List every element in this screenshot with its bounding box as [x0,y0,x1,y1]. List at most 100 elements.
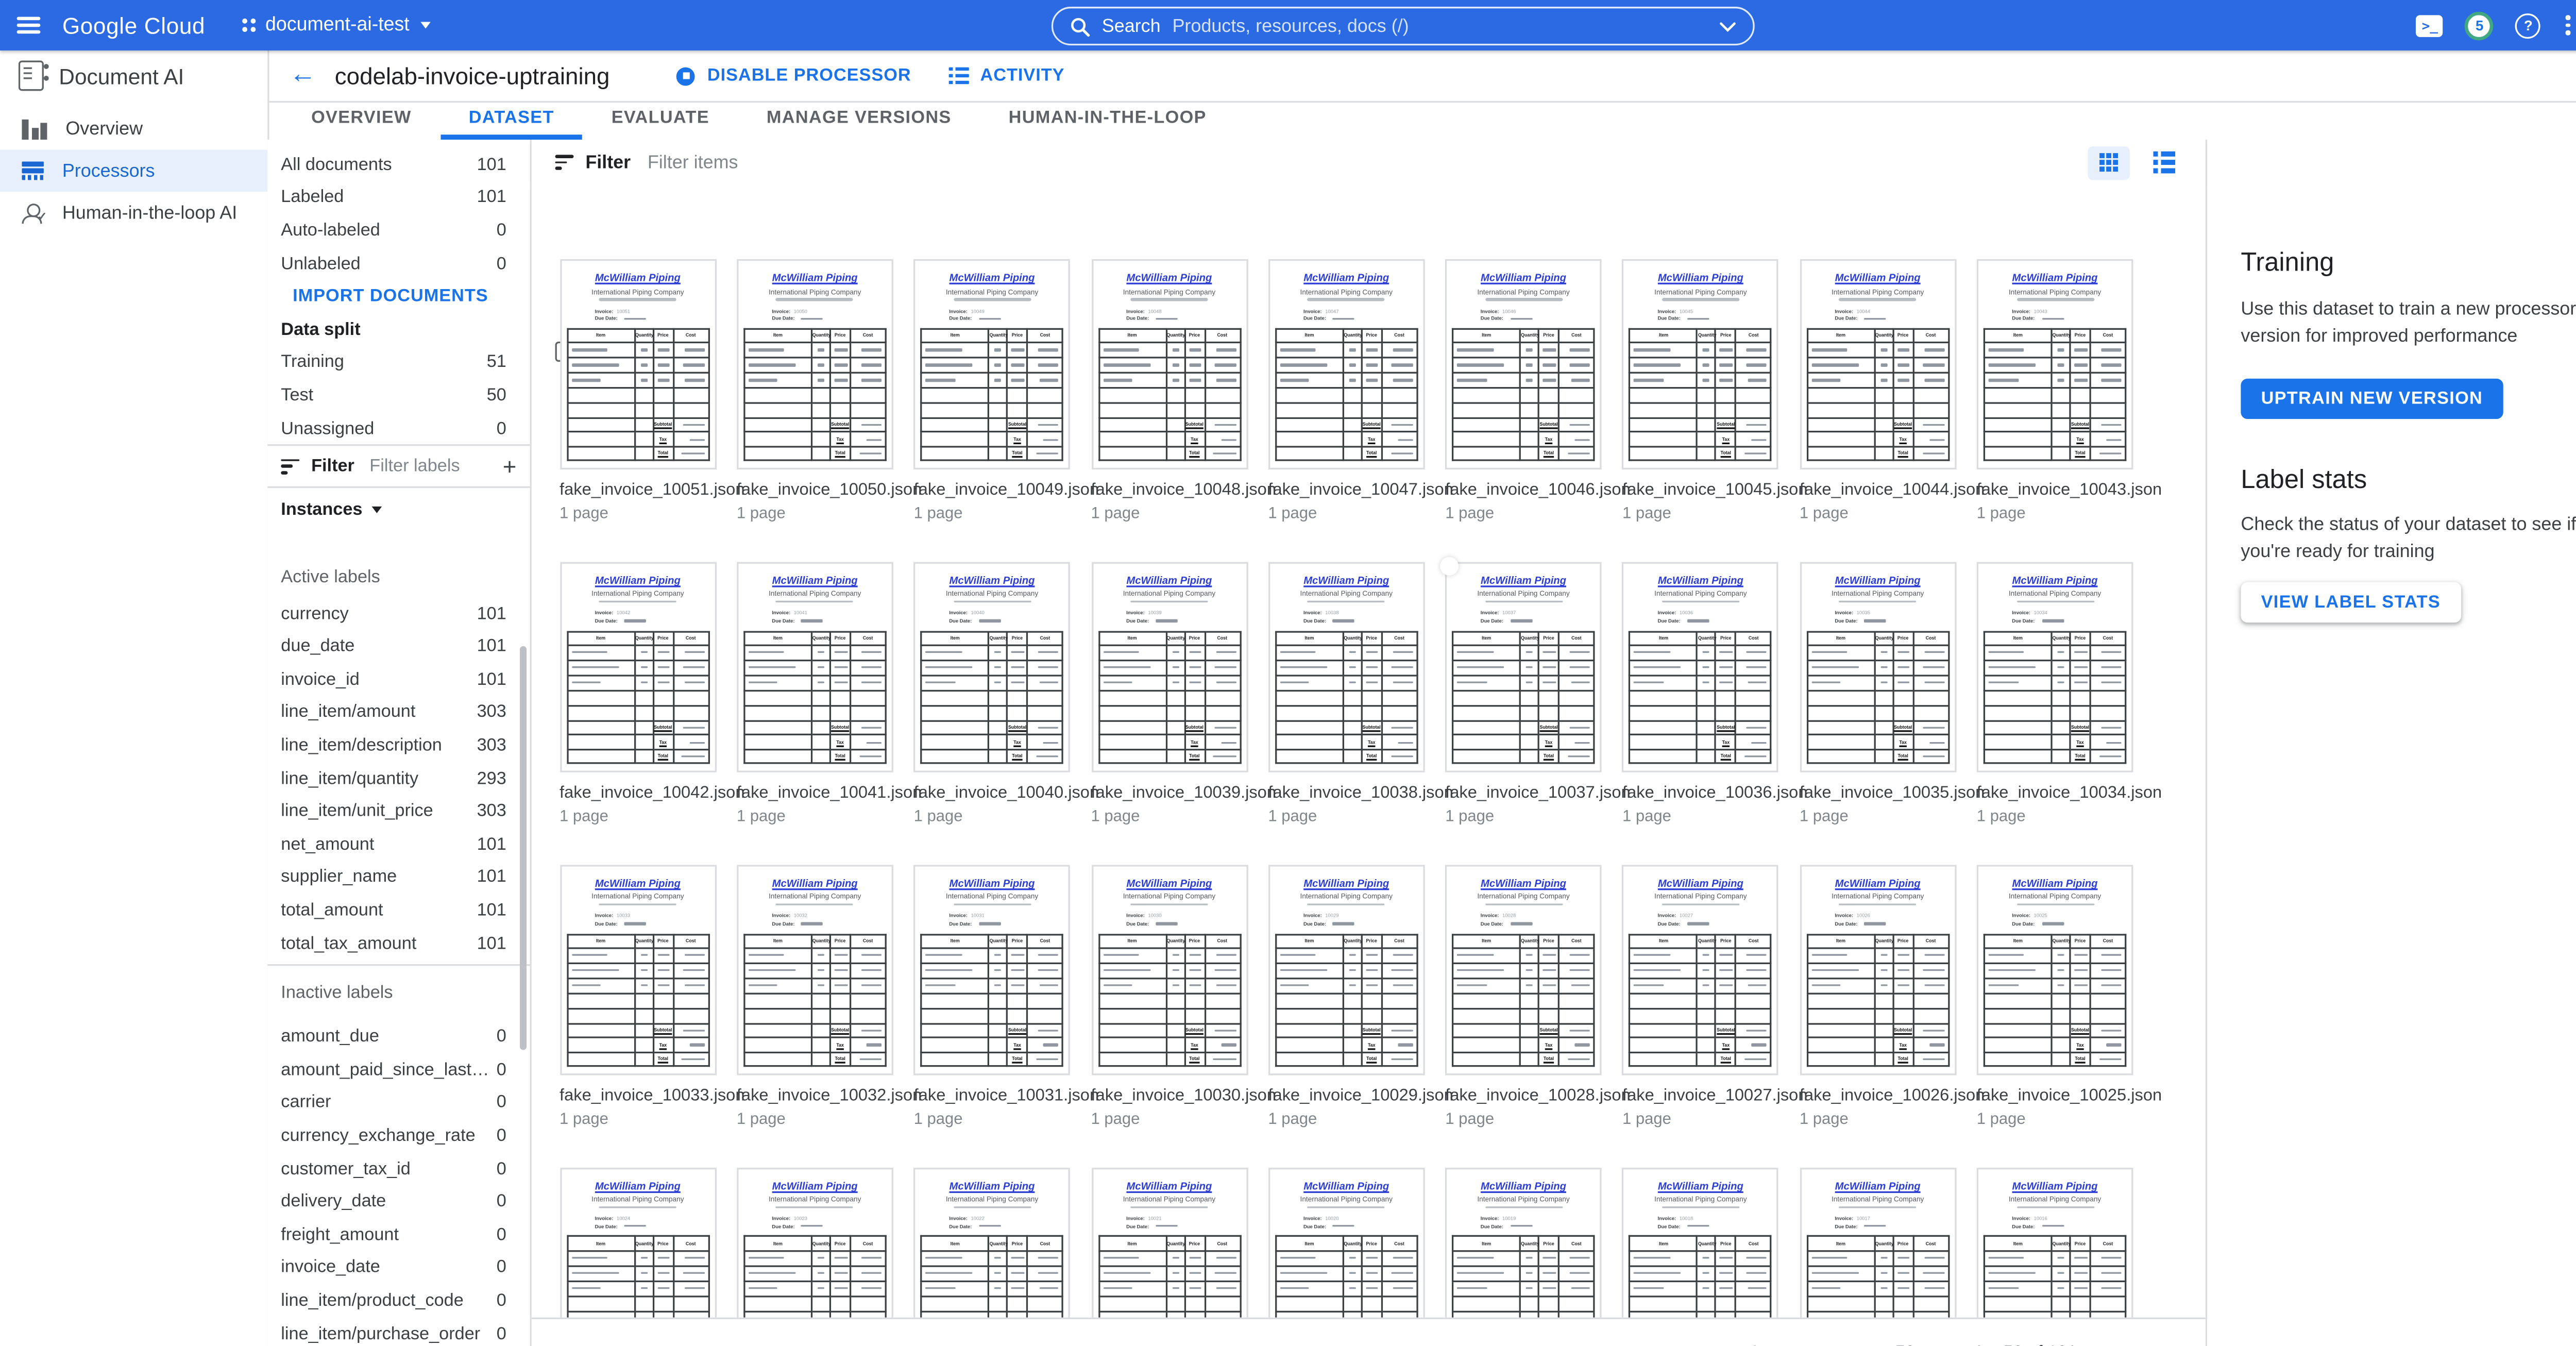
document-filename[interactable]: fake_invoice_10036.json [1622,784,1781,802]
document-card[interactable]: McWilliam Piping International Piping Co… [1800,259,1958,523]
document-thumbnail[interactable]: McWilliam Piping International Piping Co… [1445,865,1602,1074]
document-card[interactable]: McWilliam Piping International Piping Co… [1622,259,1781,523]
document-filename[interactable]: fake_invoice_10049.json [914,481,1072,499]
label-row[interactable]: freight_amount0 [267,1218,530,1251]
label-row[interactable]: Labeled101 [267,181,530,214]
document-filename[interactable]: fake_invoice_10026.json [1800,1086,1958,1105]
label-row[interactable]: All documents101 [267,148,530,181]
label-row[interactable]: delivery_date0 [267,1185,530,1218]
label-row[interactable]: total_tax_amount101 [267,927,530,960]
document-card[interactable]: McWilliam Piping International Piping Co… [1977,562,2135,826]
document-card[interactable]: McWilliam Piping International Piping Co… [1268,562,1426,826]
label-row[interactable]: line_item/unit_price303 [267,795,530,828]
document-thumbnail[interactable]: McWilliam Piping International Piping Co… [560,865,716,1074]
uptrain-new-version-button[interactable]: UPTRAIN NEW VERSION [2241,378,2503,418]
document-filename[interactable]: fake_invoice_10027.json [1622,1086,1781,1105]
document-card[interactable]: McWilliam Piping International Piping Co… [560,562,718,826]
document-filename[interactable]: fake_invoice_10032.json [737,1086,895,1105]
document-filename[interactable]: fake_invoice_10048.json [1091,481,1249,499]
document-card[interactable]: McWilliam Piping International Piping Co… [1977,259,2135,523]
disable-processor-button[interactable]: DISABLE PROCESSOR [677,65,911,86]
document-thumbnail[interactable]: McWilliam Piping International Piping Co… [1445,259,1602,469]
document-filename[interactable]: fake_invoice_10035.json [1800,784,1958,802]
document-thumbnail[interactable]: McWilliam Piping International Piping Co… [737,562,893,772]
tab-evaluate[interactable]: EVALUATE [583,101,738,140]
view-label-stats-button[interactable]: VIEW LABEL STATS [2241,582,2461,622]
document-filename[interactable]: fake_invoice_10045.json [1622,481,1781,499]
label-row[interactable]: invoice_id101 [267,663,530,696]
label-row[interactable]: Training51 [267,346,530,379]
grid-view-button[interactable] [2088,145,2130,179]
document-filename[interactable]: fake_invoice_10030.json [1091,1086,1249,1105]
document-filename[interactable]: fake_invoice_10033.json [560,1086,718,1105]
sidebar-item-hitl[interactable]: ✓ Human-in-the-loop AI [0,192,267,234]
document-filename[interactable]: fake_invoice_10031.json [914,1086,1072,1105]
label-filter[interactable]: Filter Filter labels + [267,445,530,487]
document-filename[interactable]: fake_invoice_10040.json [914,784,1072,802]
help-icon[interactable]: ? [2516,12,2541,38]
document-card[interactable]: McWilliam Piping International Piping Co… [1445,562,1603,826]
document-thumbnail[interactable]: McWilliam Piping International Piping Co… [914,865,1071,1074]
tab-human-in-the-loop[interactable]: HUMAN-IN-THE-LOOP [980,101,1235,140]
document-thumbnail[interactable]: McWilliam Piping International Piping Co… [1800,259,1956,469]
label-row[interactable]: line_item/product_code0 [267,1284,530,1317]
tab-manage-versions[interactable]: MANAGE VERSIONS [738,101,980,140]
document-card[interactable]: McWilliam Piping International Piping Co… [914,865,1072,1128]
document-thumbnail[interactable]: McWilliam Piping International Piping Co… [1622,562,1779,772]
label-row[interactable]: customer_tax_id0 [267,1152,530,1185]
document-thumbnail[interactable]: McWilliam Piping International Piping Co… [560,562,716,772]
label-row[interactable]: currency_exchange_rate0 [267,1119,530,1152]
document-filename[interactable]: fake_invoice_10046.json [1445,481,1603,499]
document-thumbnail[interactable]: McWilliam Piping International Piping Co… [914,562,1071,772]
label-row[interactable]: Test50 [267,379,530,412]
document-card[interactable]: McWilliam Piping International Piping Co… [1268,259,1426,523]
label-row[interactable]: net_amount101 [267,828,530,861]
document-card[interactable]: McWilliam Piping International Piping Co… [1977,865,2135,1128]
document-filename[interactable]: fake_invoice_10025.json [1977,1086,2135,1105]
back-arrow-icon[interactable]: ← [290,62,316,89]
document-thumbnail[interactable]: McWilliam Piping International Piping Co… [1445,562,1602,772]
menu-icon[interactable] [4,0,54,51]
label-row[interactable]: invoice_date0 [267,1251,530,1284]
document-filename[interactable]: fake_invoice_10038.json [1268,784,1426,802]
document-thumbnail[interactable]: McWilliam Piping International Piping Co… [1800,562,1956,772]
label-row[interactable]: supplier_name101 [267,861,530,894]
document-thumbnail[interactable]: McWilliam Piping International Piping Co… [1091,259,1248,469]
document-thumbnail[interactable]: McWilliam Piping International Piping Co… [1622,865,1779,1074]
instances-dropdown[interactable]: Instances [267,487,530,531]
document-card[interactable]: McWilliam Piping International Piping Co… [1800,562,1958,826]
document-thumbnail[interactable]: McWilliam Piping International Piping Co… [1268,562,1425,772]
document-thumbnail[interactable]: McWilliam Piping International Piping Co… [914,259,1071,469]
document-filename[interactable]: fake_invoice_10037.json [1445,784,1603,802]
items-per-page-select[interactable]: 50 [1895,1343,1934,1346]
document-card[interactable]: McWilliam Piping International Piping Co… [1622,865,1781,1128]
document-card[interactable]: McWilliam Piping International Piping Co… [560,865,718,1128]
document-filename[interactable]: fake_invoice_10028.json [1445,1086,1603,1105]
document-thumbnail[interactable]: McWilliam Piping International Piping Co… [1977,259,2133,469]
document-thumbnail[interactable]: McWilliam Piping International Piping Co… [1268,865,1425,1074]
label-row[interactable]: Auto-labeled0 [267,214,530,247]
label-row[interactable]: line_item/quantity293 [267,762,530,795]
project-selector[interactable]: document-ai-test [242,15,431,35]
document-filename[interactable]: fake_invoice_10043.json [1977,481,2135,499]
activity-button[interactable]: ACTIVITY [948,65,1064,86]
label-row[interactable]: total_amount101 [267,894,530,927]
label-row[interactable]: Unassigned0 [267,412,530,445]
search-expand-icon[interactable] [1719,21,1736,31]
document-card[interactable]: McWilliam Piping International Piping Co… [1091,259,1249,523]
document-card[interactable]: McWilliam Piping International Piping Co… [1268,865,1426,1128]
previous-page-button[interactable]: ‹ [2121,1340,2129,1346]
more-options-icon[interactable] [2563,15,2574,36]
add-label-button[interactable]: + [503,455,517,478]
google-cloud-logo[interactable]: Google Cloud [62,12,205,38]
document-card[interactable]: McWilliam Piping International Piping Co… [560,259,718,523]
document-filename[interactable]: fake_invoice_10050.json [737,481,895,499]
document-card[interactable]: McWilliam Piping International Piping Co… [1091,562,1249,826]
document-thumbnail[interactable]: McWilliam Piping International Piping Co… [1091,865,1248,1074]
document-card[interactable]: McWilliam Piping International Piping Co… [1091,865,1249,1128]
document-thumbnail[interactable]: McWilliam Piping International Piping Co… [737,259,893,469]
tab-overview[interactable]: OVERVIEW [283,101,440,140]
document-thumbnail[interactable]: McWilliam Piping International Piping Co… [1977,562,2133,772]
label-row[interactable]: currency101 [267,597,530,630]
label-row[interactable]: line_item/amount303 [267,696,530,729]
